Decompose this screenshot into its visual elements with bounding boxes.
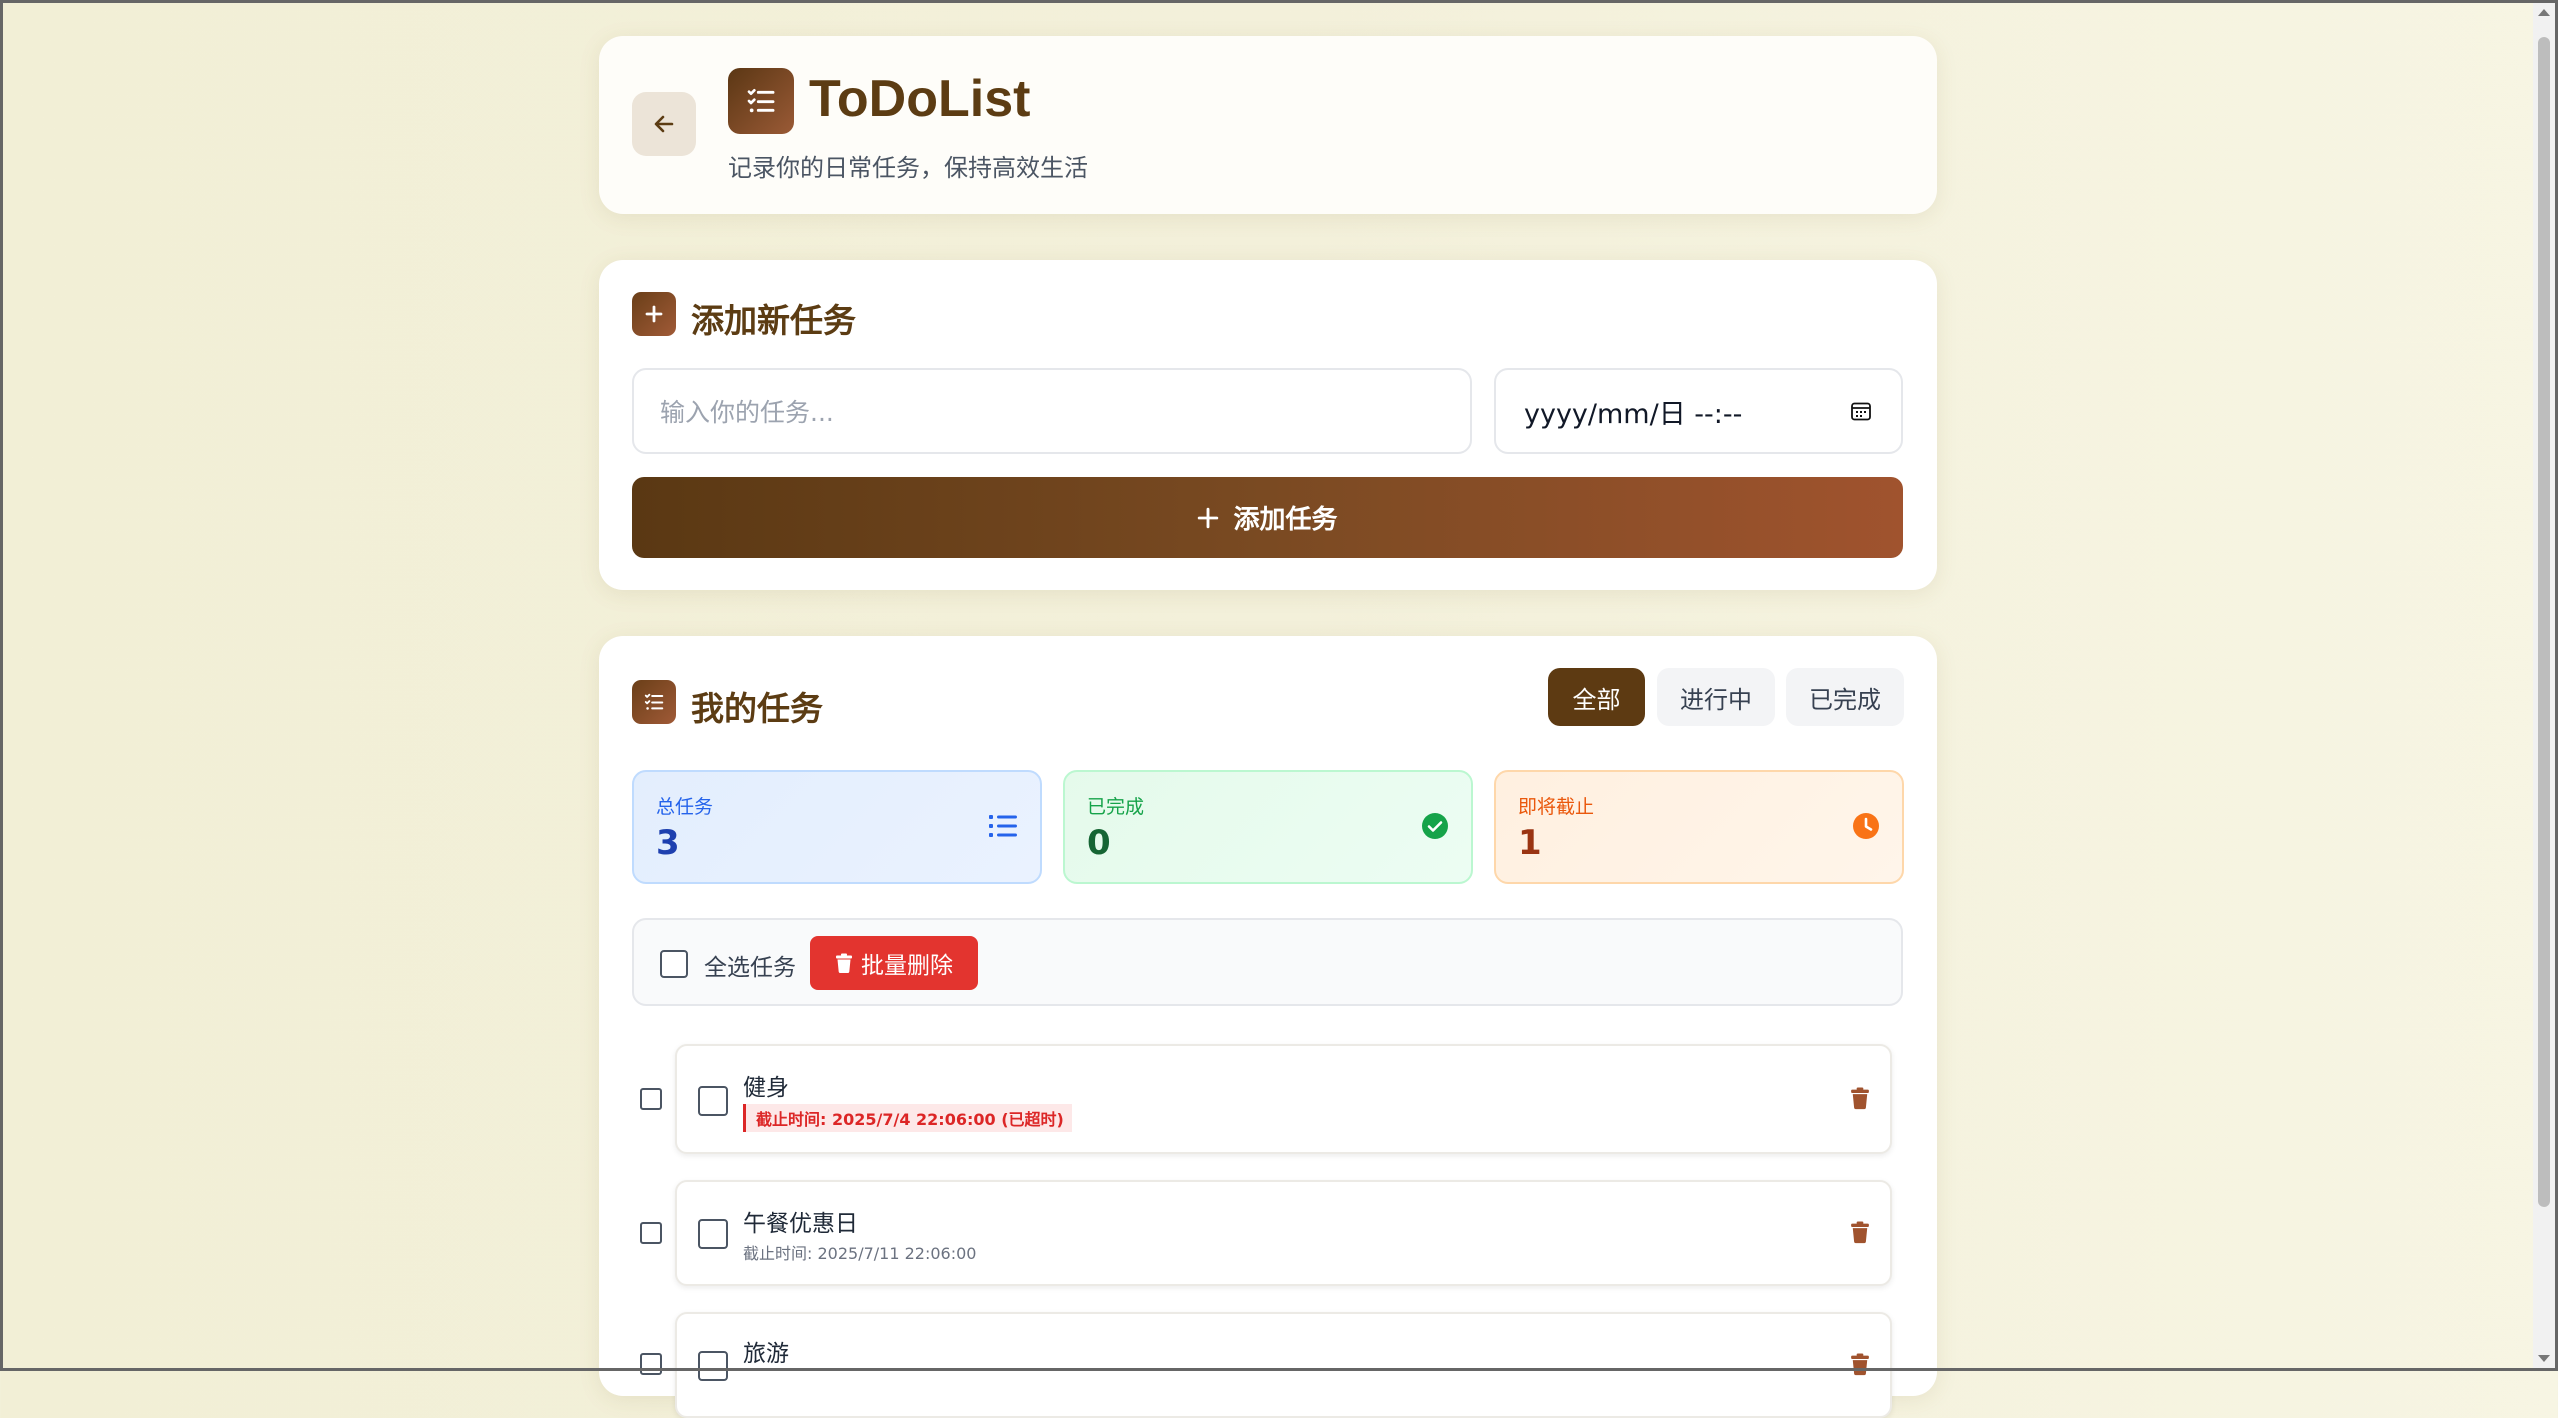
bulk-delete-button[interactable]: 批量删除 [810, 936, 978, 990]
stat-completed: 已完成 0 [1063, 770, 1473, 884]
task-complete-checkbox[interactable] [698, 1219, 728, 1249]
bulk-delete-label: 批量删除 [861, 953, 953, 979]
task-name: 旅游 [743, 1341, 789, 1367]
task-select-checkbox[interactable] [640, 1222, 662, 1244]
plus-icon [1198, 507, 1219, 528]
stat-due-soon: 即将截止 1 [1494, 770, 1904, 884]
task-item: 健身 截止时间: 2025/7/4 22:06:00 (已超时) [675, 1044, 1892, 1154]
task-name: 午餐优惠日 [743, 1211, 858, 1237]
delete-task-icon[interactable] [1850, 1220, 1870, 1244]
add-task-button-label: 添加任务 [1233, 505, 1338, 535]
task-complete-checkbox[interactable] [698, 1351, 728, 1381]
delete-task-icon[interactable] [1850, 1352, 1870, 1376]
select-all-label[interactable]: 全选任务 [704, 948, 796, 982]
stat-completed-value: 0 [1087, 823, 1111, 863]
scroll-down-icon[interactable] [2538, 1355, 2550, 1362]
trash-icon [836, 953, 852, 973]
header-card: ToDoList 记录你的日常任务，保持高效生活 [599, 36, 1937, 214]
scroll-up-icon[interactable] [2538, 9, 2550, 16]
list-icon [989, 815, 1017, 837]
scrollbar-thumb[interactable] [2538, 37, 2550, 1207]
check-circle-icon [1422, 813, 1448, 839]
deadline-datetime-input[interactable]: yyyy/mm/日 --:-- [1494, 368, 1903, 454]
task-item: 午餐优惠日 截止时间: 2025/7/11 22:06:00 [675, 1180, 1892, 1286]
app-title: ToDoList [809, 70, 1031, 128]
task-list-card: 我的任务 全部 进行中 已完成 总任务 3 已完成 0 即将截止 1 全选任务 [599, 636, 1937, 1418]
stat-due-soon-label: 即将截止 [1518, 796, 1595, 818]
stat-total-tasks: 总任务 3 [632, 770, 1042, 884]
task-input[interactable]: 输入你的任务... [632, 368, 1472, 454]
task-item: 旅游 [675, 1312, 1892, 1418]
datetime-placeholder: yyyy/mm/日 --:-- [1524, 398, 1743, 430]
stat-due-soon-value: 1 [1518, 823, 1542, 863]
clock-icon [1853, 813, 1879, 839]
list-section-title: 我的任务 [691, 689, 823, 728]
add-task-card: 添加新任务 输入你的任务... yyyy/mm/日 --:-- 添加任务 [599, 260, 1937, 590]
filter-completed-button[interactable]: 已完成 [1786, 668, 1904, 726]
task-select-checkbox[interactable] [640, 1088, 662, 1110]
back-button[interactable] [632, 92, 696, 156]
task-deadline: 截止时间: 2025/7/11 22:06:00 [743, 1244, 977, 1263]
select-all-checkbox[interactable] [660, 950, 688, 978]
add-task-button[interactable]: 添加任务 [632, 477, 1903, 558]
app-logo [728, 68, 794, 134]
delete-task-icon[interactable] [1850, 1086, 1870, 1110]
checklist-icon [747, 89, 775, 113]
bulk-actions-bar: 全选任务 批量删除 [632, 918, 1903, 1006]
stat-total-value: 3 [656, 823, 680, 863]
vertical-scrollbar[interactable] [2533, 3, 2555, 1368]
add-section-title: 添加新任务 [691, 301, 856, 340]
task-name: 健身 [743, 1075, 789, 1101]
filter-in-progress-button[interactable]: 进行中 [1657, 668, 1775, 726]
arrow-left-icon [654, 115, 674, 133]
task-input-placeholder: 输入你的任务... [660, 398, 834, 427]
app-subtitle: 记录你的日常任务，保持高效生活 [728, 154, 1088, 182]
list-section-icon [632, 680, 676, 724]
calendar-icon[interactable] [1849, 399, 1873, 423]
task-deadline-overdue: 截止时间: 2025/7/4 22:06:00 (已超时) [743, 1104, 1072, 1132]
stat-completed-label: 已完成 [1087, 796, 1145, 818]
stat-total-label: 总任务 [656, 796, 714, 818]
task-select-checkbox[interactable] [640, 1353, 662, 1375]
task-complete-checkbox[interactable] [698, 1086, 728, 1116]
filter-all-button[interactable]: 全部 [1548, 668, 1645, 726]
plus-section-icon [632, 292, 676, 336]
